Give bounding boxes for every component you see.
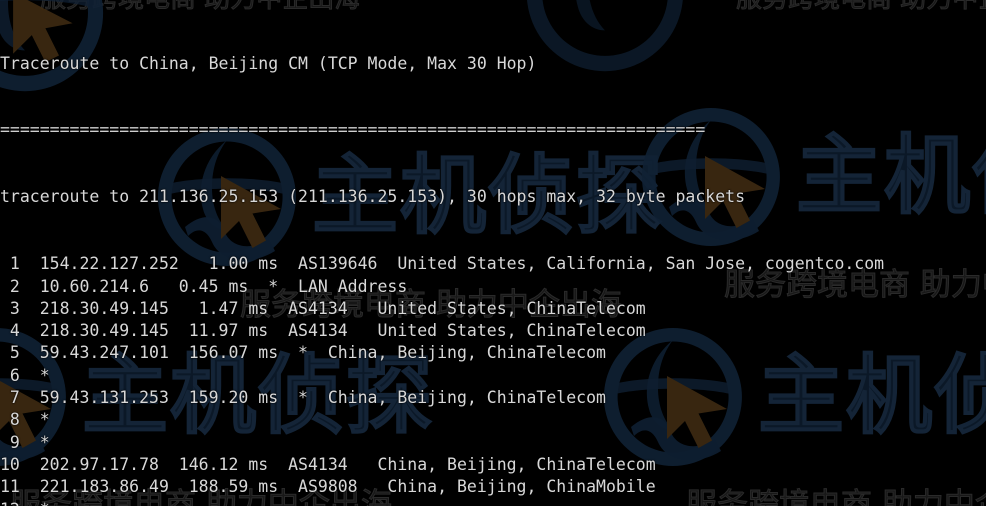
traceroute-summary-line: traceroute to 211.136.25.153 (211.136.25… <box>0 187 746 207</box>
hop-row: 7 59.43.131.253 159.20 ms * China, Beiji… <box>0 388 606 408</box>
hop-row: 3 218.30.49.145 1.47 ms AS4134 United St… <box>0 298 646 318</box>
hop-row: 8 * <box>0 410 50 430</box>
hop-row: 4 218.30.49.145 11.97 ms AS4134 United S… <box>0 321 646 341</box>
separator-line: ========================================… <box>0 120 706 140</box>
hop-row: 5 59.43.247.101 156.07 ms * China, Beiji… <box>0 343 606 363</box>
hop-row: 2 10.60.214.6 0.45 ms * LAN Address <box>0 276 408 296</box>
hop-row: 11 221.183.86.49 188.59 ms AS9808 China,… <box>0 477 656 497</box>
hop-list: 1 154.22.127.252 1.00 ms AS139646 United… <box>0 253 986 506</box>
hop-row: 6 * <box>0 365 50 385</box>
hop-row: 12 * <box>0 499 986 506</box>
hop-row: 10 202.97.17.78 146.12 ms AS4134 China, … <box>0 454 656 474</box>
terminal-screenshot: 服务跨境电商 助力中企出海 服务跨境电商 助力中企出海 <box>0 0 986 506</box>
hop-row: 9 * <box>0 432 50 452</box>
traceroute-output: Traceroute to China, Beijing CM (TCP Mod… <box>0 0 986 506</box>
traceroute-title-line: Traceroute to China, Beijing CM (TCP Mod… <box>0 53 537 73</box>
hop-row: 1 154.22.127.252 1.00 ms AS139646 United… <box>0 254 885 274</box>
